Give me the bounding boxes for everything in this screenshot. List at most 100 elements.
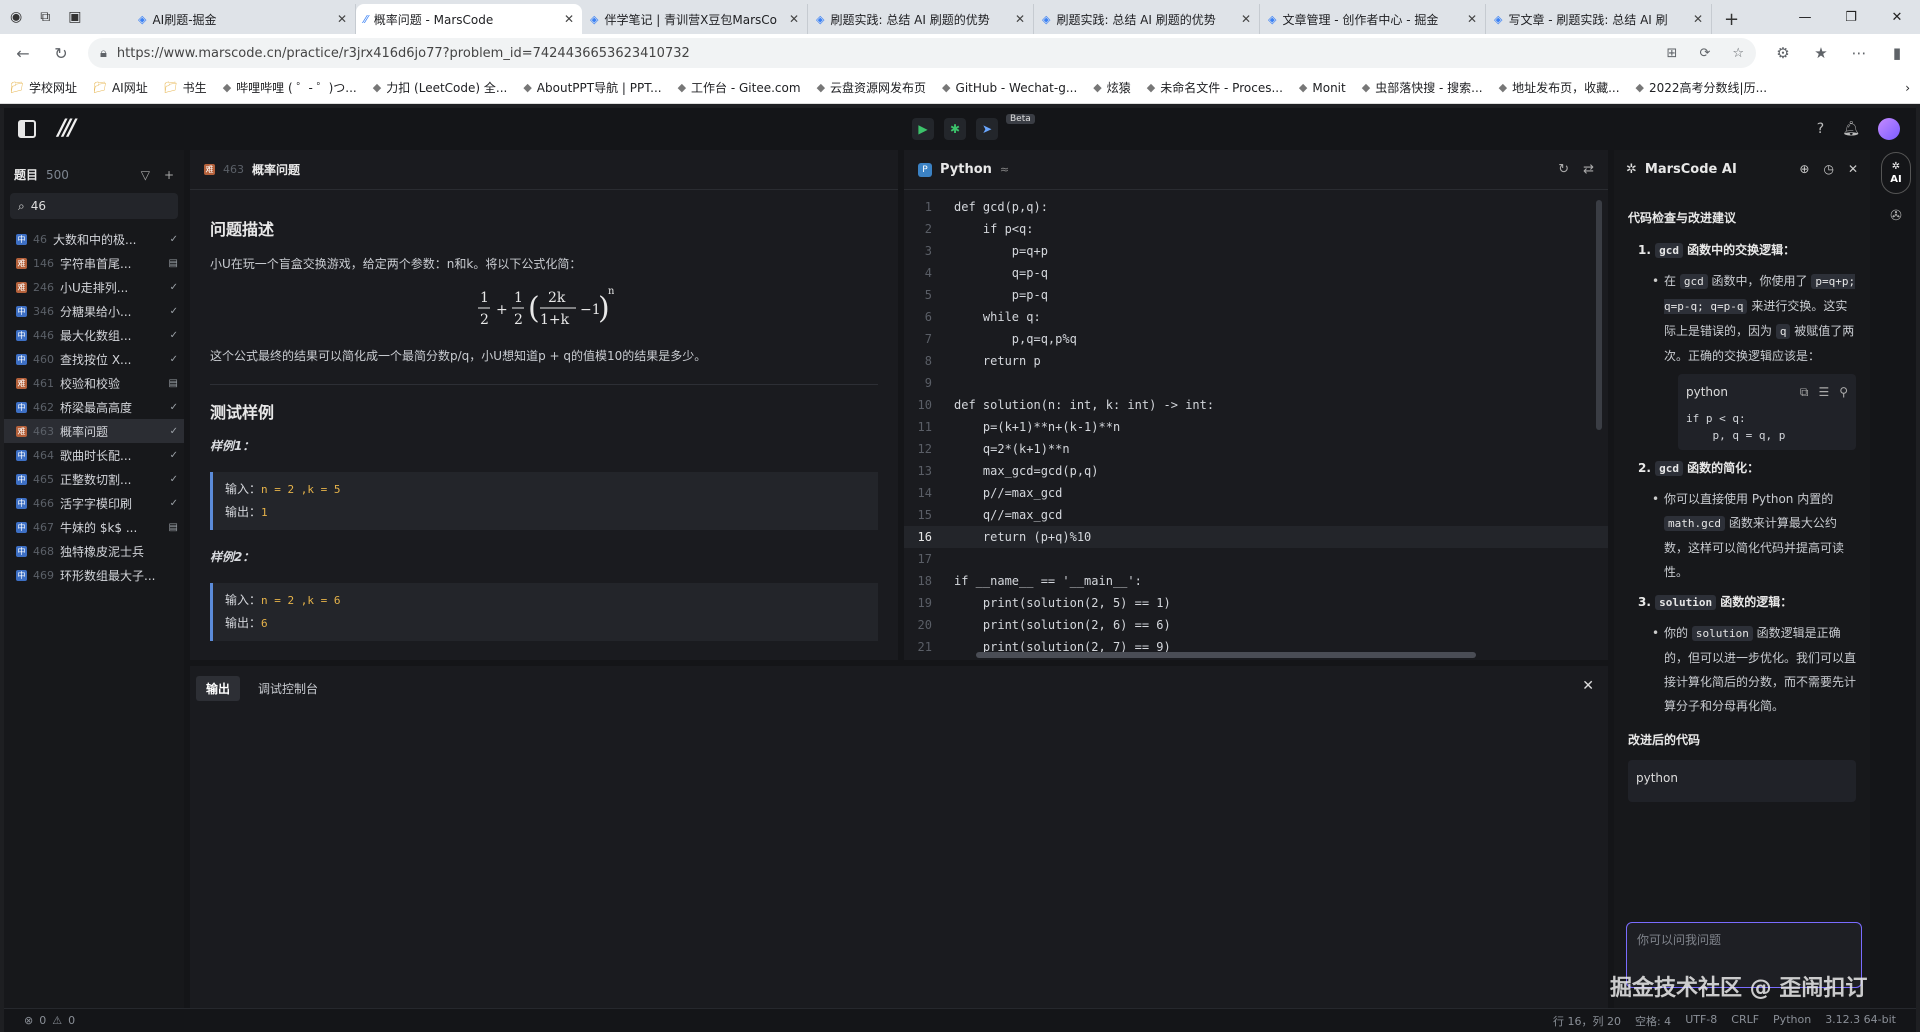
url-text[interactable]: https://www.marscode.cn/practice/r3jrx41… [117, 46, 690, 61]
bookmark[interactable]: ◆ 力扣 (LeetCode) 全... [373, 79, 508, 96]
profile-icon[interactable]: ◉ [10, 9, 22, 25]
close-tab-icon[interactable]: ✕ [1015, 12, 1025, 26]
search-value[interactable]: 46 [31, 199, 46, 213]
language-mode[interactable]: Python [1773, 1013, 1811, 1029]
code-line[interactable]: 19 print(solution(2, 5) == 1) [904, 592, 1608, 614]
layout-toggle-icon[interactable] [18, 120, 36, 138]
bookmark[interactable]: ◆ 云盘资源网发布页 [817, 79, 926, 96]
code-line[interactable]: 2 if p<q: [904, 218, 1608, 240]
sidebar-item-problem[interactable]: 中 446 最大化数组... ✓ [4, 323, 184, 347]
cursor-position[interactable]: 行 16，列 20 [1553, 1013, 1621, 1029]
reset-icon[interactable]: ↻ [1558, 162, 1569, 177]
problems-indicator[interactable]: ⊗ 0 ⚠ 0 [24, 1014, 75, 1027]
copy-icon[interactable]: ⧉ [1800, 380, 1809, 404]
more-icon[interactable]: ⋯ [1848, 44, 1870, 62]
code-line[interactable]: 18 if __name__ == '__main__': [904, 570, 1608, 592]
sidebar-item-problem[interactable]: 中 467 牛妹的 $k$ ... ▤ [4, 515, 184, 539]
code-line[interactable]: 6 while q: [904, 306, 1608, 328]
history-icon[interactable]: ◷ [1823, 162, 1833, 176]
browser-tab[interactable]: ◈ 刷题实践: 总结 AI 刷题的优势 ✕ [808, 4, 1034, 34]
code-line[interactable]: 4 q=p-q [904, 262, 1608, 284]
code-line[interactable]: 17 [904, 548, 1608, 570]
code-line[interactable]: 7 p,q=q,p%q [904, 328, 1608, 350]
browser-tab[interactable]: ⁄⁄ 概率问题 - MarsCode ✕ [356, 4, 582, 34]
sidebar-search-input[interactable]: ⌕ 46 [10, 193, 178, 219]
code-line[interactable]: 12 q=2*(k+1)**n [904, 438, 1608, 460]
pin-icon[interactable]: ⚲ [1839, 380, 1848, 404]
close-tab-icon[interactable]: ✕ [789, 12, 799, 26]
sidebar-item-problem[interactable]: 难 246 小U走排列... ✓ [4, 275, 184, 299]
code-line[interactable]: 10 def solution(n: int, k: int) -> int: [904, 394, 1608, 416]
new-tab-button[interactable]: + [1712, 4, 1751, 34]
browser-tab[interactable]: ◈ 刷题实践: 总结 AI 刷题的优势 ✕ [1034, 4, 1260, 34]
sidebar-item-problem[interactable]: 难 146 字符串首尾... ▤ [4, 251, 184, 275]
tab-actions-icon[interactable]: ▣ [68, 9, 81, 25]
code-line[interactable]: 16 return (p+q)%10 [904, 526, 1608, 548]
help-icon[interactable]: ? [1817, 121, 1824, 137]
bookmark[interactable]: ◆ Monit [1299, 81, 1346, 95]
sidebar-item-problem[interactable]: 中 346 分糖果给小... ✓ [4, 299, 184, 323]
sidebar-toggle-icon[interactable]: ▮ [1886, 44, 1908, 62]
new-chat-icon[interactable]: ⊕ [1799, 162, 1809, 176]
bookmark[interactable]: ◆ GitHub - Wechat-g... [942, 81, 1077, 95]
close-tab-icon[interactable]: ✕ [1693, 12, 1703, 26]
close-output-icon[interactable]: ✕ [1582, 678, 1594, 694]
restore-icon[interactable]: ❐ [1828, 10, 1874, 25]
browser-tab[interactable]: ◈ AI刷题-掘金 ✕ [130, 4, 356, 34]
close-tab-icon[interactable]: ✕ [1467, 12, 1477, 26]
code-line[interactable]: 20 print(solution(2, 6) == 6) [904, 614, 1608, 636]
lock-icon[interactable]: 🔒︎ [100, 46, 107, 61]
bookmark[interactable]: ◆ 地址发布页，收藏... [1499, 79, 1620, 96]
sidebar-item-problem[interactable]: 中 460 查找按位 X... ✓ [4, 347, 184, 371]
sidebar-item-problem[interactable]: 中 469 环形数组最大子... [4, 563, 184, 587]
bookmark[interactable]: ◆ 哔哩哔哩 ( ゜- ゜)つ... [223, 79, 357, 96]
bookmark[interactable]: 📁︎ AI网址 [93, 79, 148, 96]
code-line[interactable]: 11 p=(k+1)**n+(k-1)**n [904, 416, 1608, 438]
workspaces-icon[interactable]: ⧉ [40, 9, 50, 25]
line-ending[interactable]: CRLF [1731, 1013, 1759, 1029]
bookmark[interactable]: ◆ 炫猿 [1093, 79, 1130, 96]
browser-tab[interactable]: ◈ 写文章 - 刷题实践: 总结 AI 刷 ✕ [1486, 4, 1712, 34]
star-icon[interactable]: ☆ [1732, 46, 1744, 61]
grid-icon[interactable]: ⊞ [1667, 46, 1678, 61]
sidebar-item-problem[interactable]: 中 46 大数和中的极... ✓ [4, 227, 184, 251]
debug-icon[interactable]: ✱ [944, 118, 966, 140]
close-tab-icon[interactable]: ✕ [337, 12, 347, 26]
close-ai-icon[interactable]: ✕ [1848, 162, 1858, 176]
encoding[interactable]: UTF-8 [1685, 1013, 1717, 1029]
back-icon[interactable]: ← [12, 44, 34, 63]
avatar[interactable] [1878, 118, 1900, 140]
code-area[interactable]: 1 def gcd(p,q): 2 if p<q: 3 p=q+p 4 q=p-q 5 p… [904, 190, 1608, 658]
format-icon[interactable]: ⇄ [1583, 162, 1594, 177]
insert-icon[interactable]: ☰ [1818, 380, 1829, 404]
bookmark[interactable]: 📁︎ 学校网址 [10, 79, 77, 96]
code-line[interactable]: 8 return p [904, 350, 1608, 372]
tab-output[interactable]: 输出 [196, 676, 241, 701]
bookmark[interactable]: 📁︎ 书生 [164, 79, 207, 96]
filter-icon[interactable]: ▽ [141, 168, 150, 182]
tab-debug-console[interactable]: 调试控制台 [248, 676, 328, 701]
interpreter-version[interactable]: 3.12.3 64-bit [1825, 1013, 1896, 1029]
sidebar-item-problem[interactable]: 中 462 桥梁最高高度 ✓ [4, 395, 184, 419]
indentation[interactable]: 空格: 4 [1635, 1013, 1671, 1029]
bookmark[interactable]: ◆ AboutPPT导航 | PPT... [523, 79, 661, 96]
url-box[interactable]: 🔒︎ https://www.marscode.cn/practice/r3jr… [88, 38, 1756, 68]
browser-tab[interactable]: ◈ 文章管理 - 创作者中心 - 掘金 ✕ [1260, 4, 1486, 34]
favorites-icon[interactable]: ★ [1810, 44, 1832, 62]
horizontal-scrollbar[interactable] [976, 652, 1476, 658]
sidebar-item-problem[interactable]: 中 466 活字字模印刷 ✓ [4, 491, 184, 515]
code-line[interactable]: 5 p=p-q [904, 284, 1608, 306]
browser-tab[interactable]: ◈ 伴学笔记 | 青训营X豆包MarsCo ✕ [582, 4, 808, 34]
extensions-icon[interactable]: ⚙ [1772, 44, 1794, 62]
bookmarks-more-icon[interactable]: › [1905, 81, 1910, 95]
bookmark[interactable]: ◆ 2022高考分数线|历... [1636, 79, 1768, 96]
ai-toggle-button[interactable]: ✲ AI [1881, 152, 1911, 194]
sidebar-item-problem[interactable]: 中 465 正整数切割... ✓ [4, 467, 184, 491]
code-line[interactable]: 15 q//=max_gcd [904, 504, 1608, 526]
close-tab-icon[interactable]: ✕ [1241, 12, 1251, 26]
sidebar-item-problem[interactable]: 难 461 校验和校验 ▤ [4, 371, 184, 395]
bug-icon[interactable]: ✇ [1876, 208, 1916, 224]
bookmark[interactable]: ◆ 未命名文件 - Proces... [1147, 79, 1283, 96]
code-line[interactable]: 3 p=q+p [904, 240, 1608, 262]
code-line[interactable]: 14 p//=max_gcd [904, 482, 1608, 504]
